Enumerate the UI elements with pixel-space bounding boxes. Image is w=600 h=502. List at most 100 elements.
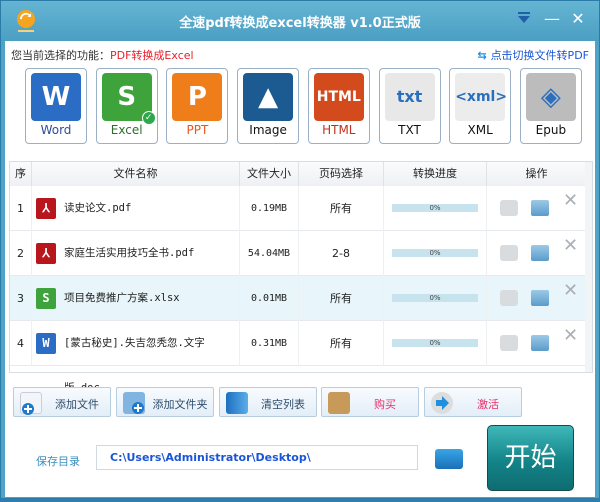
- remove-file-icon[interactable]: ✕: [563, 282, 581, 300]
- progress-bar: 0%: [392, 339, 478, 347]
- switch-link-label: 点击切换文件转PDF: [490, 49, 589, 62]
- function-value: PDF转换成Excel: [110, 49, 194, 62]
- swap-arrows-icon: ⇆: [477, 49, 491, 62]
- add-file-label: 添加文件: [55, 398, 99, 411]
- row-index: 3: [10, 276, 32, 321]
- row-filename: ⅄ 家庭生活实用技巧全书.pdf: [32, 231, 240, 276]
- header-filename: 文件名称: [32, 162, 240, 186]
- row-index: 4: [10, 321, 32, 366]
- convert-file-icon[interactable]: [500, 200, 518, 216]
- image-icon: ▲: [243, 73, 294, 121]
- row-index: 1: [10, 186, 32, 231]
- row-pages[interactable]: 所有: [299, 186, 384, 231]
- pdf-file-icon: ⅄: [36, 243, 56, 264]
- row-filename: W[蒙古秘史].失吉忽秃忽.文字版.doc: [32, 321, 240, 394]
- txt-icon: txt: [384, 73, 435, 121]
- format-html-button[interactable]: HTML HTML: [307, 68, 370, 144]
- minimize-icon[interactable]: —: [541, 9, 563, 28]
- current-function: 您当前选择的功能：PDF转换成Excel: [11, 47, 194, 63]
- activate-label: 激活: [477, 398, 499, 411]
- window-title: 全速pdf转换成excel转换器 v1.0正式版: [179, 16, 421, 31]
- progress-bar: 0%: [392, 249, 478, 257]
- convert-file-icon[interactable]: [500, 245, 518, 261]
- activate-arrow-icon: [431, 392, 453, 414]
- epub-icon: ◈: [525, 73, 576, 121]
- open-folder-icon[interactable]: [531, 245, 549, 261]
- remove-file-icon[interactable]: ✕: [563, 327, 581, 345]
- open-folder-icon[interactable]: [531, 200, 549, 216]
- format-label: XML: [467, 123, 493, 137]
- html-icon: HTML: [313, 73, 364, 121]
- xml-icon: <xml>: [455, 73, 507, 121]
- format-image-button[interactable]: ▲ Image: [237, 68, 300, 144]
- app-window: 全速pdf转换成excel转换器 v1.0正式版 — ✕ 您当前选择的功能：PD…: [0, 0, 600, 499]
- row-pages[interactable]: 所有: [299, 321, 384, 366]
- activate-button[interactable]: 激活: [424, 387, 522, 417]
- format-ppt-button[interactable]: P PPT: [166, 68, 229, 144]
- convert-file-icon[interactable]: [500, 290, 518, 306]
- row-progress: 0%: [384, 186, 487, 231]
- file-table: 序 文件名称 文件大小 页码选择 转换进度 操作 1 ⅄ 读史论文.pdf 0.19M…: [9, 161, 593, 394]
- function-label: 您当前选择的功能：: [11, 49, 110, 62]
- excel-icon: S ✓: [101, 73, 156, 125]
- format-word-button[interactable]: W Word: [25, 68, 87, 144]
- row-progress: 0%: [384, 321, 487, 366]
- format-excel-button[interactable]: S ✓ Excel: [95, 68, 158, 144]
- browse-folder-icon[interactable]: [435, 449, 463, 469]
- add-file-button[interactable]: 添加文件: [13, 387, 111, 417]
- table-row[interactable]: 2 ⅄ 家庭生活实用技巧全书.pdf 54.04MB 2-8 0% ✕: [10, 231, 586, 276]
- row-filename: ⅄ 读史论文.pdf: [32, 186, 240, 231]
- format-label: Epub: [535, 123, 567, 137]
- format-xml-button[interactable]: <xml> XML: [449, 68, 512, 144]
- row-size: 0.31MB: [240, 321, 299, 366]
- open-folder-icon[interactable]: [531, 335, 549, 351]
- header-pages: 页码选择: [299, 162, 384, 186]
- row-filename: S 项目免费推广方案.xlsx: [32, 276, 240, 321]
- row-pages[interactable]: 所有: [299, 276, 384, 321]
- table-scrollbar[interactable]: [585, 162, 592, 372]
- table-row[interactable]: 3 S 项目免费推广方案.xlsx 0.01MB 所有 0% ✕: [10, 276, 586, 321]
- clear-list-button[interactable]: 清空列表: [219, 387, 317, 417]
- ppt-icon: P: [172, 73, 223, 121]
- row-index: 2: [10, 231, 32, 276]
- clear-list-label: 清空列表: [261, 398, 305, 411]
- header-index: 序: [10, 162, 32, 186]
- main-panel: 您当前选择的功能：PDF转换成Excel ⇆ 点击切换文件转PDF W Word S…: [5, 41, 595, 497]
- add-folder-label: 添加文件夹: [152, 398, 208, 411]
- header-progress: 转换进度: [384, 162, 487, 186]
- convert-file-icon[interactable]: [500, 335, 518, 351]
- format-label: PPT: [186, 123, 209, 137]
- buy-button[interactable]: 购买: [321, 387, 419, 417]
- format-label: Word: [40, 123, 72, 137]
- add-file-icon: [20, 392, 42, 415]
- table-row[interactable]: 1 ⅄ 读史论文.pdf 0.19MB 所有 0% ✕: [10, 186, 586, 231]
- format-epub-button[interactable]: ◈ Epub: [519, 68, 582, 144]
- add-folder-icon: [123, 392, 145, 414]
- switch-to-pdf-link[interactable]: ⇆ 点击切换文件转PDF: [478, 47, 589, 63]
- row-pages[interactable]: 2-8: [299, 231, 384, 276]
- title-bar: 全速pdf转换成excel转换器 v1.0正式版 — ✕: [1, 1, 599, 41]
- progress-bar: 0%: [392, 204, 478, 212]
- row-progress: 0%: [384, 276, 487, 321]
- save-dir-label: 保存目录: [36, 455, 80, 468]
- remove-file-icon[interactable]: ✕: [563, 237, 581, 255]
- remove-file-icon[interactable]: ✕: [563, 192, 581, 210]
- word-icon: W: [31, 73, 81, 121]
- header-actions: 操作: [487, 162, 587, 186]
- open-folder-icon[interactable]: [531, 290, 549, 306]
- format-label: Excel: [110, 123, 143, 137]
- save-path-input[interactable]: C:\Users\Administrator\Desktop\: [96, 445, 418, 470]
- xlsx-file-icon: S: [36, 288, 56, 309]
- shopping-bag-icon: [328, 392, 350, 414]
- row-progress: 0%: [384, 231, 487, 276]
- menu-dropdown-icon[interactable]: [513, 9, 535, 29]
- close-icon[interactable]: ✕: [567, 9, 589, 28]
- add-folder-button[interactable]: 添加文件夹: [116, 387, 214, 417]
- table-row[interactable]: 4W[蒙古秘史].失吉忽秃忽.文字版.doc0.31MB所有 0% ✕: [10, 321, 586, 394]
- header-size: 文件大小: [240, 162, 299, 186]
- format-txt-button[interactable]: txt TXT: [378, 68, 441, 144]
- doc-file-icon: W: [36, 333, 56, 354]
- row-size: 54.04MB: [240, 231, 299, 276]
- start-button[interactable]: 开始: [487, 425, 574, 491]
- format-label: HTML: [322, 123, 356, 137]
